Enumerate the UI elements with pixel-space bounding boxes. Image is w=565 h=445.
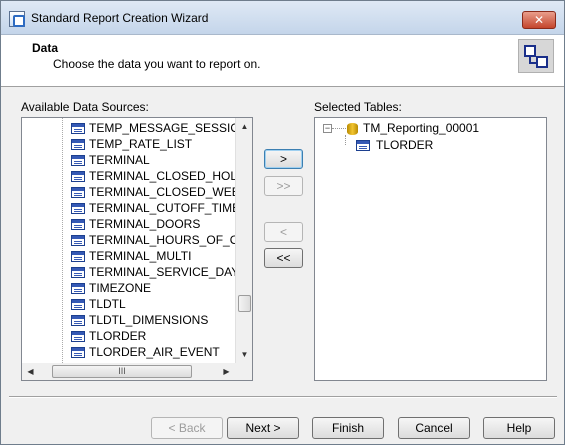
selected-tables-tree[interactable]: − TM_Reporting_00001 TLORDER (314, 117, 547, 381)
available-table-item[interactable]: TERMINAL_CLOSED_WEEKD (89, 184, 252, 200)
available-sources-label: Available Data Sources: (21, 100, 149, 114)
table-icon (71, 235, 85, 246)
available-table-item[interactable]: TERMINAL_MULTI (89, 248, 191, 264)
horizontal-scrollbar[interactable]: ◀ III ▶ (22, 363, 235, 380)
available-table-item[interactable]: TIMEZONE (89, 280, 151, 296)
scroll-grip: III (118, 366, 126, 376)
table-icon (71, 299, 85, 310)
available-table-item[interactable]: TERMINAL_CLOSED_HOLIDA (89, 168, 252, 184)
scroll-down-icon[interactable]: ▼ (236, 346, 252, 363)
available-table-item[interactable]: TLORDER (89, 328, 146, 344)
table-icon (71, 139, 85, 150)
remove-all-button[interactable]: << (264, 248, 303, 268)
available-table-item[interactable]: TEMP_RATE_LIST (89, 136, 192, 152)
table-icon (71, 347, 85, 358)
vertical-scrollbar[interactable]: ▲ ▼ (235, 118, 252, 363)
table-icon (71, 187, 85, 198)
wizard-window: Standard Report Creation Wizard ✕ Data C… (0, 0, 565, 445)
table-icon (71, 251, 85, 262)
available-table-item[interactable]: TEMP_MESSAGE_SESSION (89, 120, 248, 136)
data-link-icon (518, 39, 554, 73)
table-icon (71, 219, 85, 230)
selected-tables-label: Selected Tables: (314, 100, 402, 114)
available-table-item[interactable]: TERMINAL_CUTOFF_TIME (89, 200, 240, 216)
table-icon (71, 203, 85, 214)
selected-root-node[interactable]: TM_Reporting_00001 (363, 120, 479, 136)
next-button[interactable]: Next > (227, 417, 299, 439)
close-button[interactable]: ✕ (522, 11, 556, 29)
remove-table-button[interactable]: < (264, 222, 303, 242)
collapse-icon[interactable]: − (323, 124, 332, 133)
cancel-button[interactable]: Cancel (398, 417, 470, 439)
page-subtitle: Choose the data you want to report on. (53, 57, 261, 71)
add-all-button[interactable]: >> (264, 176, 303, 196)
table-icon (71, 155, 85, 166)
scroll-right-icon[interactable]: ▶ (218, 363, 235, 380)
available-table-item[interactable]: TERMINAL_DOORS (89, 216, 200, 232)
back-button[interactable]: < Back (151, 417, 223, 439)
tree-connector (332, 128, 346, 129)
title-bar: Standard Report Creation Wizard ✕ (1, 1, 564, 35)
scroll-thumb[interactable] (238, 295, 251, 312)
table-icon (71, 315, 85, 326)
app-icon (9, 11, 25, 27)
available-table-item[interactable]: TERMINAL_HOURS_OF_OPE (89, 232, 252, 248)
help-button[interactable]: Help (483, 417, 555, 439)
available-table-item[interactable]: TERMINAL_SERVICE_DAYS (89, 264, 247, 280)
table-icon (356, 140, 370, 151)
wizard-header: Data Choose the data you want to report … (1, 35, 564, 87)
scrollbar-corner (235, 363, 252, 380)
available-table-item[interactable]: TLORDER_AIR_EVENT (89, 344, 220, 360)
footer-separator (9, 396, 557, 397)
table-icon (71, 267, 85, 278)
add-table-button[interactable]: > (264, 149, 303, 169)
database-icon (347, 123, 358, 135)
finish-button[interactable]: Finish (312, 417, 384, 439)
available-sources-tree[interactable]: TEMP_MESSAGE_SESSION TEMP_RATE_LIST TERMIN… (21, 117, 253, 381)
tree-guide-line (62, 118, 63, 363)
available-table-item[interactable]: TLDTL_DIMENSIONS (89, 312, 208, 328)
selected-table-tlorder[interactable]: TLORDER (376, 137, 433, 153)
page-title: Data (32, 41, 59, 55)
table-icon (71, 123, 85, 134)
table-icon (71, 283, 85, 294)
horizontal-scroll-thumb[interactable]: III (52, 365, 192, 378)
scroll-up-icon[interactable]: ▲ (236, 118, 252, 135)
tree-connector-vertical (345, 135, 346, 145)
available-table-item[interactable]: TERMINAL (89, 152, 150, 168)
scroll-left-icon[interactable]: ◀ (22, 363, 39, 380)
table-icon (71, 171, 85, 182)
window-title: Standard Report Creation Wizard (31, 11, 209, 25)
available-table-item[interactable]: TLDTL (89, 296, 126, 312)
table-icon (71, 331, 85, 342)
